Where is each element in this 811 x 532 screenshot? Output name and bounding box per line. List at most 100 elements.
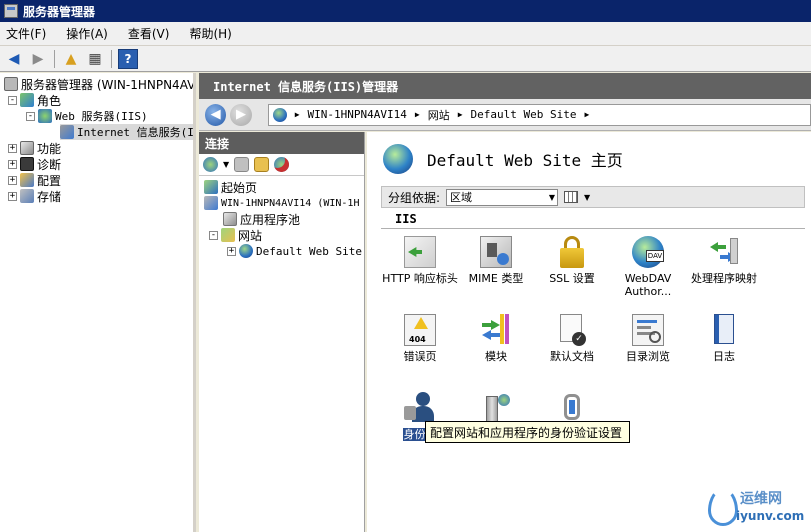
iis-icon [60,125,74,139]
breadcrumb-default-site[interactable]: Default Web Site [471,108,577,121]
feature-modules[interactable]: 模块 [457,314,535,363]
address-bar: ◀ ▶ ▶ WIN-1HNPN4AVI14 ▶ 网站 ▶ Default Web… [199,99,811,131]
tree-item-storage[interactable]: + 存储 [8,188,61,204]
toolbar-separator [54,49,55,68]
tree-item-iis[interactable]: Internet 信息服务(I [60,124,193,140]
connections-title: 连接 [199,132,364,154]
tree-item-label: 起始页 [221,180,258,195]
feature-mime-types[interactable]: MIME 类型 [457,236,535,285]
help-icon[interactable]: ? [118,48,138,69]
collapse-toggle[interactable]: - [209,230,218,240]
expand-toggle[interactable]: + [8,191,17,201]
tree-item-label: 应用程序池 [240,212,301,227]
conn-app-pools[interactable]: 应用程序池 [223,211,300,227]
save-icon[interactable] [234,157,250,172]
tree-item-label: 存储 [37,189,62,204]
page-title: Default Web Site 主页 [383,144,623,174]
feature-directory-browsing[interactable]: 目录浏览 [609,314,687,363]
tree-item-label: 角色 [37,93,62,108]
feature-label: 模块 [485,350,507,363]
menu-action[interactable]: 操作(A) [66,25,108,42]
tree-item-web-server[interactable]: - Web 服务器(IIS) [26,108,148,124]
connect-icon[interactable] [203,157,218,172]
section-divider [381,228,805,229]
toolbar: ◀ ▶ ▲ ▦ ? [0,46,811,72]
watermark-text-en: iyunv.com [736,509,805,523]
group-by-label: 分组依据: [388,190,441,205]
site-home-panel: Default Web Site 主页 分组依据: 区域 ▼ ▼ IIS HTT… [367,132,811,532]
menu-help[interactable]: 帮助(H) [189,25,231,42]
chevron-right-icon: ▶ [414,110,420,119]
expand-toggle[interactable]: + [8,143,17,153]
disconnect-icon[interactable] [274,157,290,172]
show-hide-tree-icon[interactable]: ▦ [85,49,105,69]
feature-ssl-settings[interactable]: SSL 设置 [533,236,611,285]
collapse-toggle[interactable]: - [26,111,35,121]
group-by-select[interactable]: 区域 ▼ [446,188,559,206]
padlock-icon [556,236,588,268]
conn-start-page[interactable]: 起始页 [204,179,257,195]
up-folder-icon[interactable] [254,157,270,172]
request-filtering-icon [556,392,588,424]
chevron-right-icon: ▶ [584,110,590,119]
feature-logging[interactable]: 日志 [685,314,763,363]
tree-item-label: Web 服务器(IIS) [55,110,148,123]
chevron-down-icon[interactable]: ▼ [584,193,590,202]
view-mode-icon[interactable] [564,191,579,203]
chevron-right-icon: ▶ [294,110,300,119]
default-document-icon: ✓ [556,314,588,346]
expand-toggle[interactable]: + [227,246,236,256]
feature-webdav[interactable]: DAV WebDAV Author... [609,236,687,298]
feature-label: 错误页 [403,350,437,363]
forward-nav-button[interactable]: ▶ [230,103,252,126]
window-title: 服务器管理器 [23,4,96,19]
up-folder-icon[interactable]: ▲ [61,49,81,69]
conn-sites[interactable]: - 网站 [209,227,262,243]
tree-item-diagnostics[interactable]: + 诊断 [8,156,61,172]
tree-item-features[interactable]: + 功能 [8,140,61,156]
server-icon [4,77,18,91]
feature-label: MIME 类型 [468,272,524,285]
group-by-bar: 分组依据: 区域 ▼ ▼ [381,186,805,208]
chevron-down-icon[interactable]: ▼ [223,160,229,169]
tree-item-label: 网站 [238,228,263,243]
site-watermark: 运维网 iyunv.com [704,484,811,532]
breadcrumb-server[interactable]: WIN-1HNPN4AVI14 [308,108,407,121]
group-by-value: 区域 [450,191,473,204]
mime-types-icon [480,236,512,268]
forward-arrow-icon[interactable]: ▶ [28,49,48,69]
feature-label: 默认文档 [550,350,594,363]
back-nav-button[interactable]: ◀ [205,103,227,126]
breadcrumb: ▶ WIN-1HNPN4AVI14 ▶ 网站 ▶ Default Web Sit… [267,103,811,126]
page-title-text: Default Web Site 主页 [427,151,623,170]
conn-server[interactable]: WIN-1HNPN4AVI14 (WIN-1H [204,195,359,211]
section-header-iis: IIS [395,212,417,226]
http-headers-icon [404,236,436,268]
tree-item-label: 服务器管理器 (WIN-1HNPN4AVI1 [21,77,196,92]
globe-icon [272,107,287,122]
authentication-tooltip: 配置网站和应用程序的身份验证设置 [425,421,630,443]
compression-icon [480,392,512,424]
feature-error-pages[interactable]: 404 错误页 [381,314,459,363]
menu-view[interactable]: 查看(V) [128,25,170,42]
directory-browsing-icon [632,314,664,346]
feature-http-headers[interactable]: HTTP 响应标头 [381,236,459,285]
tree-item-config[interactable]: + 配置 [8,172,61,188]
menu-bar: 文件(F) 操作(A) 查看(V) 帮助(H) [0,22,811,46]
expand-toggle[interactable]: + [8,159,17,169]
roles-icon [20,93,34,107]
feature-default-document[interactable]: ✓ 默认文档 [533,314,611,363]
connections-panel: 连接 ▼ 起始页 WIN-1HNPN4AVI14 (WIN-1H 应用程序池 -… [199,132,365,532]
tree-item-roles[interactable]: - 角色 [8,92,61,108]
menu-file[interactable]: 文件(F) [6,25,46,42]
tree-item-server-manager[interactable]: 服务器管理器 (WIN-1HNPN4AVI1 [4,76,196,92]
config-icon [20,173,34,187]
feature-handler-mappings[interactable]: 处理程序映射 [685,236,763,285]
expand-toggle[interactable]: + [8,175,17,185]
conn-default-site[interactable]: + Default Web Site [227,243,362,259]
breadcrumb-sites[interactable]: 网站 [428,107,450,123]
error-404-icon: 404 [404,314,436,346]
feature-label: 处理程序映射 [691,272,757,285]
collapse-toggle[interactable]: - [8,95,17,105]
back-arrow-icon[interactable]: ◀ [4,49,24,69]
